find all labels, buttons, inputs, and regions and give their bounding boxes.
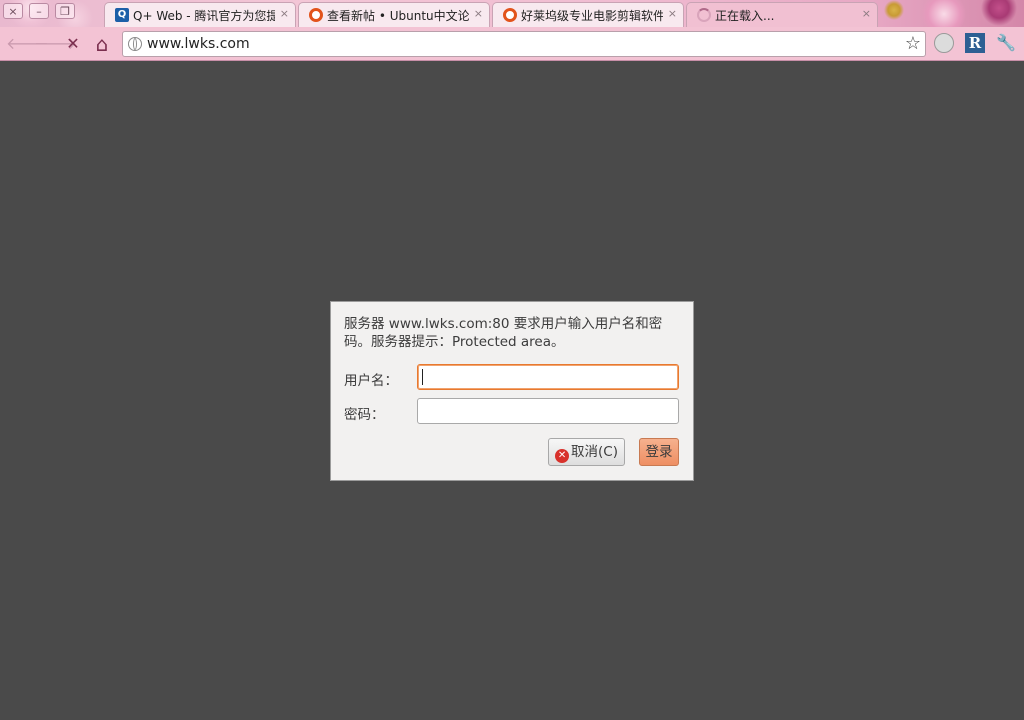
extension-r-icon[interactable]: R (965, 33, 985, 53)
tab-strip: × – ❐ Q Q+ Web - 腾讯官方为您提供 × 查看新帖 • Ubunt… (0, 0, 1024, 27)
back-icon[interactable]: 🡐 (6, 33, 49, 55)
forward-icon[interactable]: 🡒 (34, 33, 77, 55)
browser-toolbar: 🡐 🡒 ✕ ⌂ www.lwks.com ☆ R 🔧 (0, 27, 1024, 61)
tab-title: 正在载入... (715, 9, 775, 23)
tab-title: 好莱坞级专业电影剪辑软件 (521, 9, 663, 23)
auth-message: 服务器 www.lwks.com:80 要求用户输入用户名和密码。服务器提示：P… (344, 316, 663, 350)
url-text[interactable]: www.lwks.com (147, 36, 250, 52)
tab-title: 查看新帖 • Ubuntu中文论坛 (327, 9, 469, 23)
bookmark-star-icon[interactable]: ☆ (905, 33, 921, 54)
window-minimize-button[interactable]: – (29, 3, 49, 19)
q-web-icon: Q (115, 8, 129, 22)
wrench-menu-icon[interactable]: 🔧 (996, 33, 1016, 53)
password-field[interactable] (417, 398, 679, 424)
login-button[interactable]: 登录 (639, 438, 679, 466)
tab-ubuntu-forum[interactable]: 查看新帖 • Ubuntu中文论坛 × (298, 2, 490, 27)
tab-close-icon[interactable]: × (474, 7, 483, 20)
tab-qweb[interactable]: Q Q+ Web - 腾讯官方为您提供 × (104, 2, 296, 27)
page-info-icon[interactable] (128, 37, 142, 51)
extension-globe-icon[interactable] (934, 33, 954, 53)
window-restore-button[interactable]: ❐ (55, 3, 75, 19)
auth-dialog: 服务器 www.lwks.com:80 要求用户输入用户名和密码。服务器提示：P… (330, 301, 694, 481)
username-field[interactable] (417, 364, 679, 390)
loading-spinner-icon (697, 8, 711, 22)
stop-icon[interactable]: ✕ (62, 33, 84, 55)
cancel-label: 取消(C) (571, 444, 618, 460)
theme-decoration (874, 0, 1024, 27)
tab-title: Q+ Web - 腾讯官方为您提供 (133, 9, 275, 23)
login-label: 登录 (645, 444, 673, 460)
text-caret (422, 368, 423, 385)
tab-close-icon[interactable]: × (280, 7, 289, 20)
username-label: 用户名： (344, 373, 398, 389)
ubuntu-icon (503, 8, 517, 22)
tab-close-icon[interactable]: × (668, 7, 677, 20)
password-label: 密码： (344, 407, 385, 423)
cancel-icon: ✕ (555, 449, 570, 463)
window-close-button[interactable]: × (3, 3, 23, 19)
tab-lightworks[interactable]: 好莱坞级专业电影剪辑软件 × (492, 2, 684, 27)
address-bar[interactable]: www.lwks.com ☆ (122, 31, 926, 57)
tab-loading[interactable]: 正在载入... × (686, 2, 878, 27)
cancel-button[interactable]: ✕ 取消(C) (548, 438, 625, 466)
home-icon[interactable]: ⌂ (91, 33, 113, 55)
ubuntu-icon (309, 8, 323, 22)
tab-close-icon[interactable]: × (862, 7, 871, 20)
